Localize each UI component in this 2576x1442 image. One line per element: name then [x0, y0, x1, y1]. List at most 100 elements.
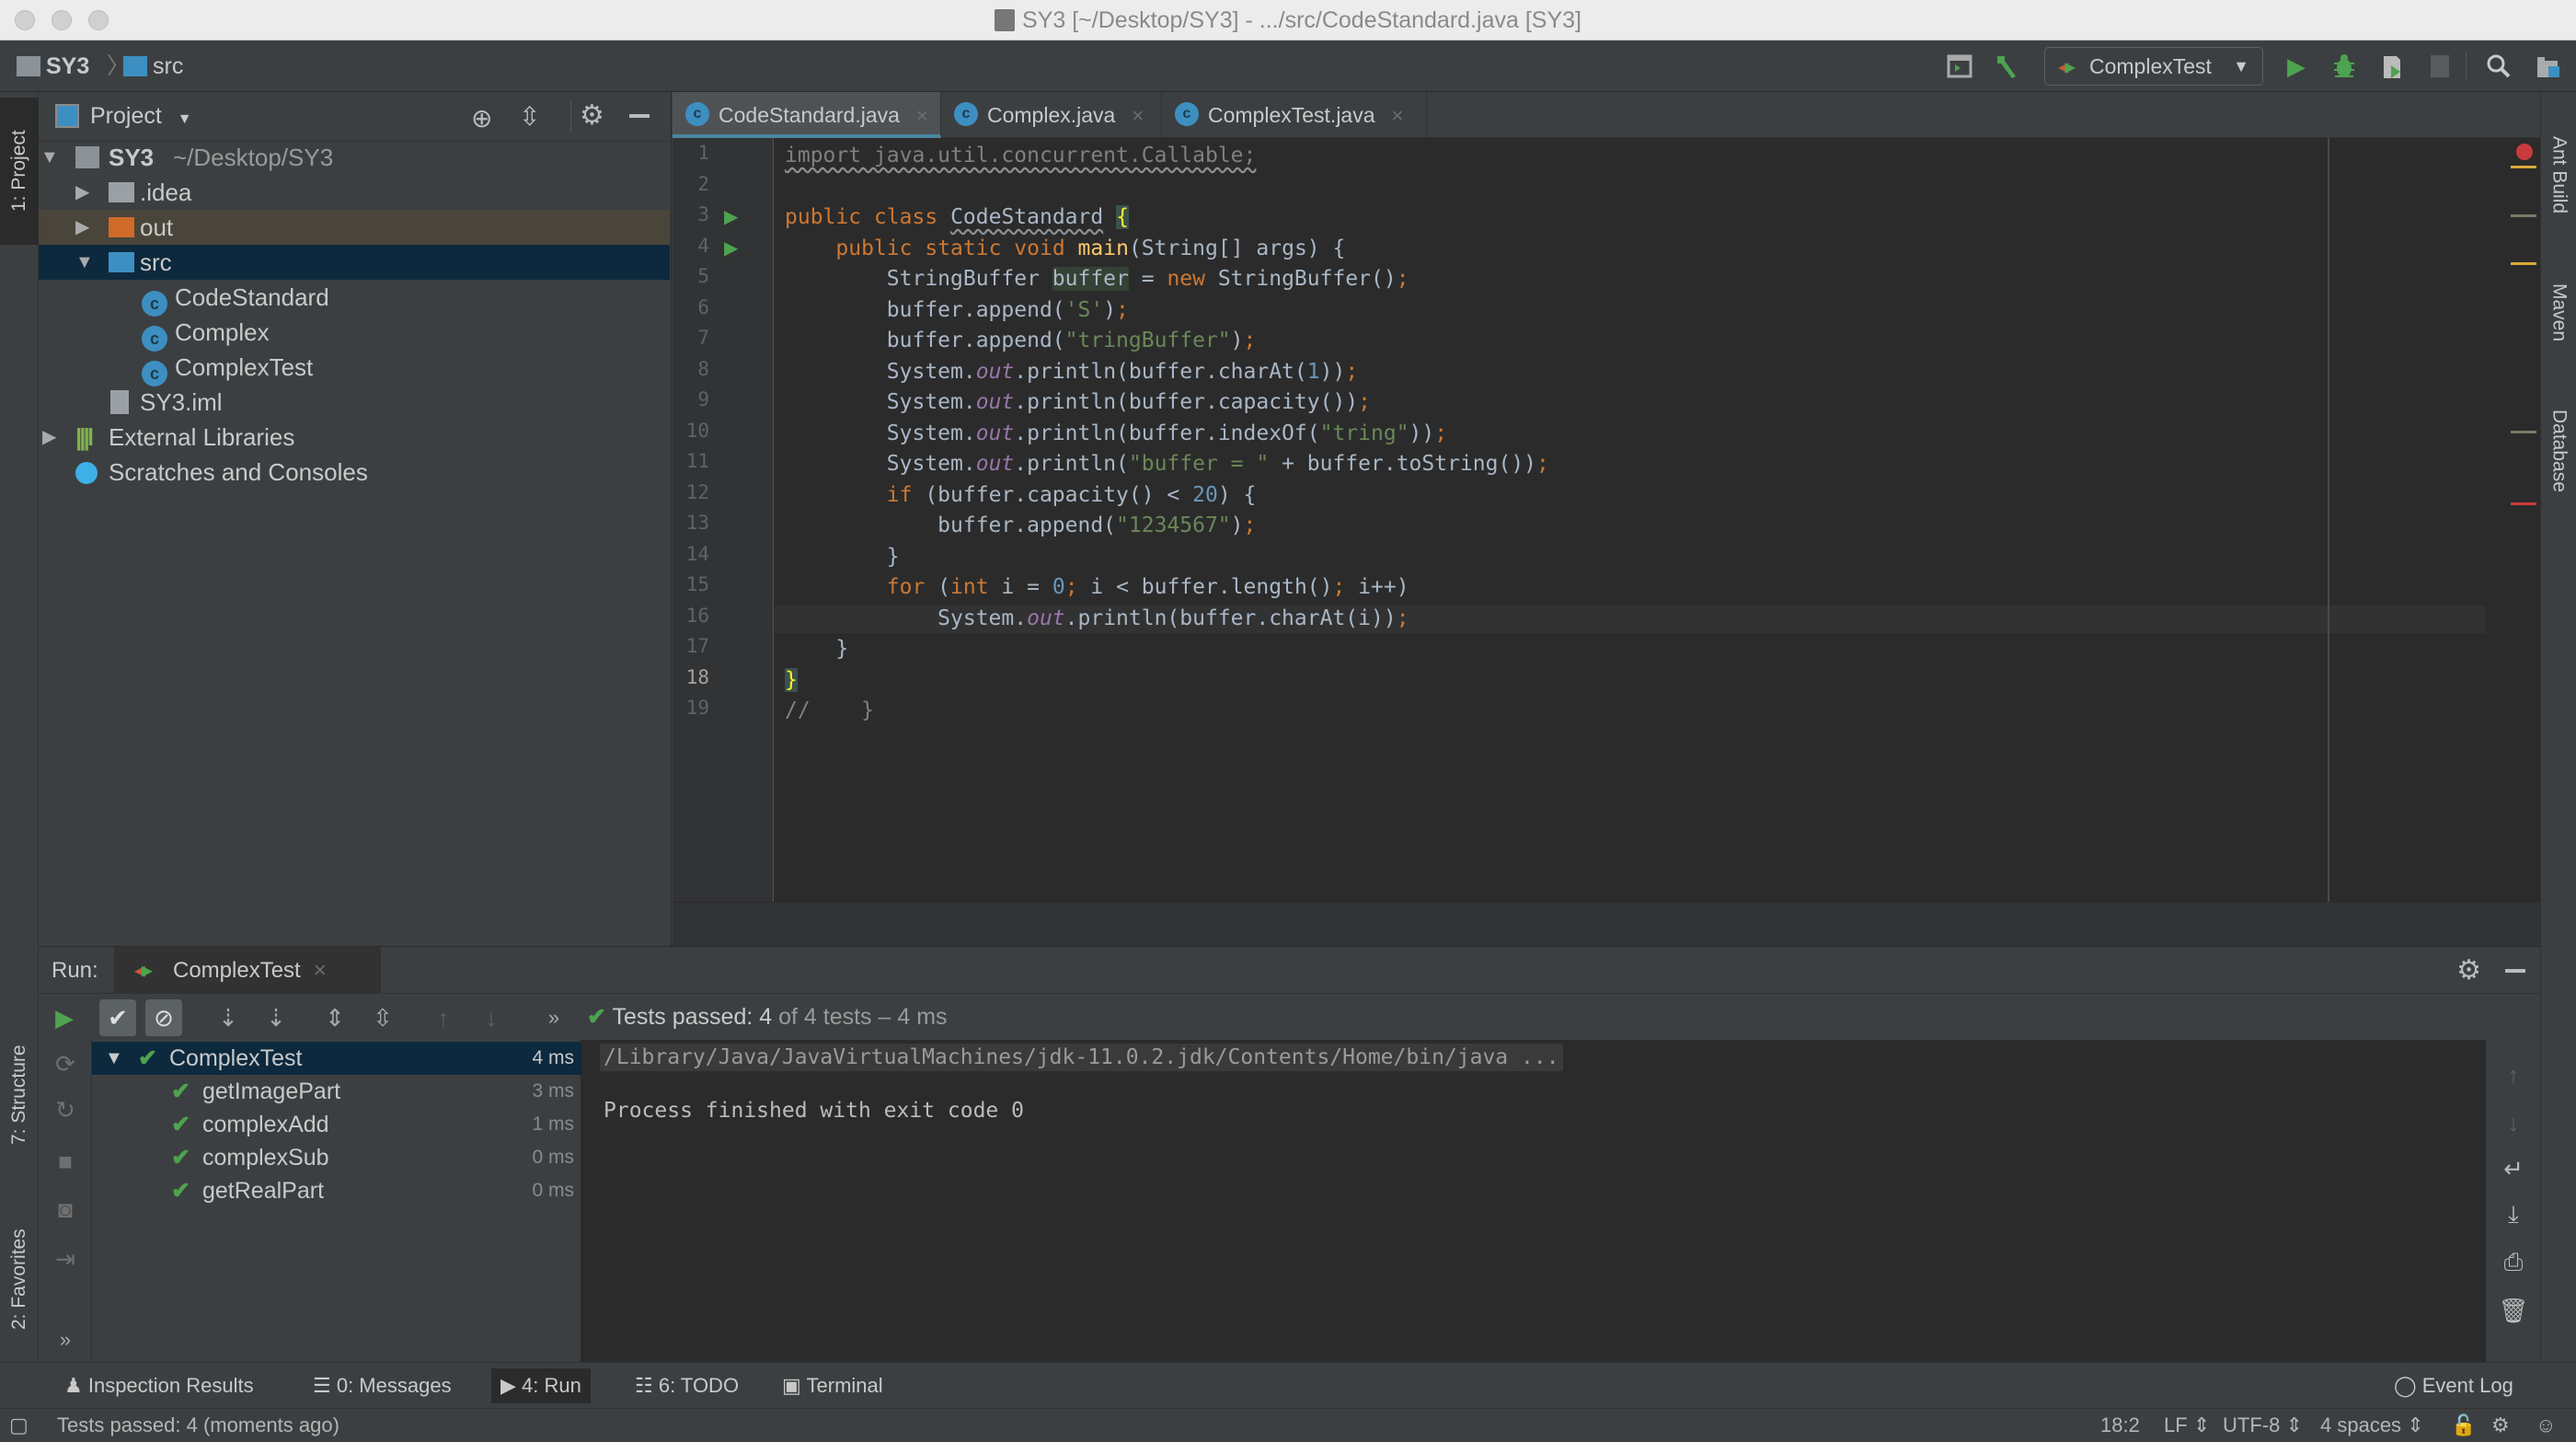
collapse-all-icon[interactable]: ⇳: [519, 101, 540, 132]
test-row-complextest[interactable]: ▼ ✔ ComplexTest 4 ms: [92, 1042, 581, 1075]
search-everywhere-icon[interactable]: [2482, 50, 2515, 83]
ant-build-tool-window-tab[interactable]: Ant Build: [2541, 110, 2576, 239]
structure-tool-window-tab[interactable]: 7: Structure: [0, 1012, 39, 1178]
close-tab-icon[interactable]: ×: [1392, 104, 1404, 127]
stop-icon[interactable]: ■: [47, 1143, 84, 1180]
code-line[interactable]: if (buffer.capacity() < 20) {: [785, 481, 1257, 509]
sort-alphabetically-icon[interactable]: ⇣: [210, 999, 247, 1036]
run-tab[interactable]: ▶ 4: Run: [491, 1368, 591, 1403]
tree-item-sy3[interactable]: ▼ SY3 ~/Desktop/SY3: [39, 140, 670, 175]
close-tab-icon[interactable]: ×: [1132, 104, 1144, 127]
tree-item-idea[interactable]: ▶ .idea: [39, 175, 670, 210]
editor-gutter[interactable]: 1 2 3 4 5 6 7 8 9 10 11 12 13 14 15 16 17 18 19 ▶ ▶: [673, 138, 774, 902]
code-line[interactable]: System.out.println(buffer.indexOf("tring…: [785, 420, 1447, 447]
gutter-run-icon[interactable]: ▶: [724, 236, 738, 260]
print-icon[interactable]: ⎙: [2495, 1244, 2532, 1281]
scroll-to-end-icon[interactable]: ⤓: [2495, 1196, 2532, 1233]
code-line[interactable]: import java.util.concurrent.Callable;: [785, 142, 1256, 169]
read-only-lock-icon[interactable]: 🔓: [2451, 1409, 2476, 1442]
test-row[interactable]: ✔ complexAdd 1 ms: [92, 1108, 581, 1141]
tree-item-codestandard[interactable]: c CodeStandard: [39, 280, 670, 317]
tree-item-sy3-iml[interactable]: SY3.iml: [39, 385, 670, 420]
run-window-icon[interactable]: [1943, 50, 1976, 83]
toggle-tool-windows-icon[interactable]: ▢: [9, 1409, 29, 1442]
code-line[interactable]: // }: [785, 697, 874, 724]
terminal-tab[interactable]: ▣ Terminal: [773, 1368, 892, 1403]
trash-icon[interactable]: 🗑: [2495, 1292, 2532, 1329]
messages-tab[interactable]: ☰ 0: Messages: [304, 1368, 461, 1403]
info-marker[interactable]: [2511, 431, 2536, 433]
tab-codestandard[interactable]: c CodeStandard.java ×: [673, 92, 941, 138]
breadcrumb-project[interactable]: SY3: [17, 40, 89, 92]
code-line[interactable]: public static void main(String[] args) {: [785, 235, 1345, 262]
collapse-all-icon[interactable]: ⇳: [364, 999, 401, 1036]
run-console-output[interactable]: /Library/Java/JavaVirtualMachines/jdk-11…: [581, 1040, 2486, 1371]
event-log-tab[interactable]: ◯ Event Log: [2385, 1368, 2523, 1403]
test-row[interactable]: ✔ getRealPart 0 ms: [92, 1174, 581, 1207]
sort-by-duration-icon[interactable]: ⇣: [258, 999, 294, 1036]
project-view-dropdown[interactable]: Project ▼: [55, 103, 192, 130]
indent-selector[interactable]: 4 spaces ⇕: [2320, 1409, 2424, 1442]
breadcrumb-src[interactable]: src: [123, 40, 183, 92]
debug-icon[interactable]: [2328, 50, 2361, 83]
run-tab-complextest[interactable]: ◂▸ ComplexTest ×: [114, 947, 381, 995]
code-line[interactable]: System.out.println(buffer.capacity());: [785, 388, 1371, 416]
tree-item-out[interactable]: ▶ out: [39, 210, 670, 245]
inspection-results-tab[interactable]: ♟ Inspection Results: [55, 1368, 263, 1403]
error-indicator-icon[interactable]: [2516, 144, 2533, 160]
hide-panel-icon[interactable]: [2505, 969, 2525, 973]
gutter-run-icon[interactable]: ▶: [724, 205, 738, 228]
build-hammer-icon[interactable]: [1989, 50, 2022, 83]
database-tool-window-tab[interactable]: Database: [2541, 386, 2576, 515]
info-marker[interactable]: [2511, 214, 2536, 217]
tab-complex[interactable]: c Complex.java ×: [941, 92, 1162, 138]
soft-wrap-icon[interactable]: ↵: [2495, 1150, 2532, 1187]
tree-item-external-libraries[interactable]: ▶ |||l External Libraries: [39, 420, 670, 455]
project-structure-icon[interactable]: [2532, 50, 2565, 83]
tab-complextest[interactable]: c ComplexTest.java ×: [1162, 92, 1427, 138]
line-separator-selector[interactable]: LF ⇕: [2164, 1409, 2210, 1442]
test-row[interactable]: ✔ complexSub 0 ms: [92, 1141, 581, 1174]
gear-icon[interactable]: ⚙: [580, 99, 604, 132]
warning-marker[interactable]: [2511, 262, 2536, 265]
code-line[interactable]: StringBuffer buffer = new StringBuffer()…: [785, 265, 1409, 293]
gear-icon[interactable]: ⚙: [2456, 954, 2481, 986]
code-line[interactable]: System.out.println(buffer.charAt(1));: [785, 358, 1358, 386]
warning-marker[interactable]: [2511, 166, 2536, 168]
code-line[interactable]: }: [785, 666, 798, 694]
locate-file-icon[interactable]: ⊕: [471, 103, 492, 133]
todo-tab[interactable]: ☷ 6: TODO: [626, 1368, 748, 1403]
toggle-auto-test-icon[interactable]: ↻: [47, 1091, 84, 1128]
run-icon[interactable]: ▶: [2280, 50, 2313, 83]
error-marker[interactable]: [2511, 502, 2536, 505]
close-tab-icon[interactable]: ×: [314, 958, 327, 983]
code-line[interactable]: }: [785, 635, 848, 663]
run-configuration-dropdown[interactable]: ◂▸ ComplexTest ▼: [2044, 47, 2263, 86]
project-tool-window-tab[interactable]: 1: Project: [0, 98, 39, 245]
run-with-coverage-icon[interactable]: [2375, 50, 2409, 83]
inspection-settings-icon[interactable]: ⚙: [2491, 1409, 2510, 1442]
more-actions-icon[interactable]: »: [535, 999, 572, 1036]
code-line[interactable]: System.out.println("buffer = " + buffer.…: [785, 450, 1549, 478]
hide-panel-icon[interactable]: [629, 114, 650, 118]
code-line[interactable]: buffer.append("1234567");: [785, 512, 1256, 539]
rerun-icon[interactable]: ▶: [46, 999, 83, 1036]
status-message[interactable]: Tests passed: 4 (moments ago): [57, 1409, 339, 1442]
hector-icon[interactable]: ☺: [2536, 1409, 2556, 1442]
next-failed-icon[interactable]: ↓: [473, 999, 510, 1036]
code-line[interactable]: buffer.append('S');: [785, 296, 1129, 324]
encoding-selector[interactable]: UTF-8 ⇕: [2223, 1409, 2303, 1442]
previous-failed-icon[interactable]: ↑: [425, 999, 462, 1036]
maven-tool-window-tab[interactable]: Maven: [2541, 258, 2576, 368]
test-row[interactable]: ✔ getImagePart 3 ms: [92, 1075, 581, 1108]
stop-icon[interactable]: [2423, 50, 2456, 83]
console-command-line[interactable]: /Library/Java/JavaVirtualMachines/jdk-11…: [600, 1044, 1563, 1071]
tree-item-complextest[interactable]: c ComplexTest: [39, 350, 670, 386]
code-line[interactable]: for (int i = 0; i < buffer.length(); i++…: [785, 573, 1409, 601]
scroll-down-icon[interactable]: ↓: [2495, 1104, 2532, 1141]
tree-item-src[interactable]: ▼ src: [39, 245, 670, 280]
tree-item-complex[interactable]: c Complex: [39, 315, 670, 352]
camera-icon[interactable]: ◙: [47, 1191, 84, 1228]
more-actions-icon[interactable]: »: [47, 1321, 84, 1358]
caret-position[interactable]: 18:2: [2100, 1409, 2140, 1442]
